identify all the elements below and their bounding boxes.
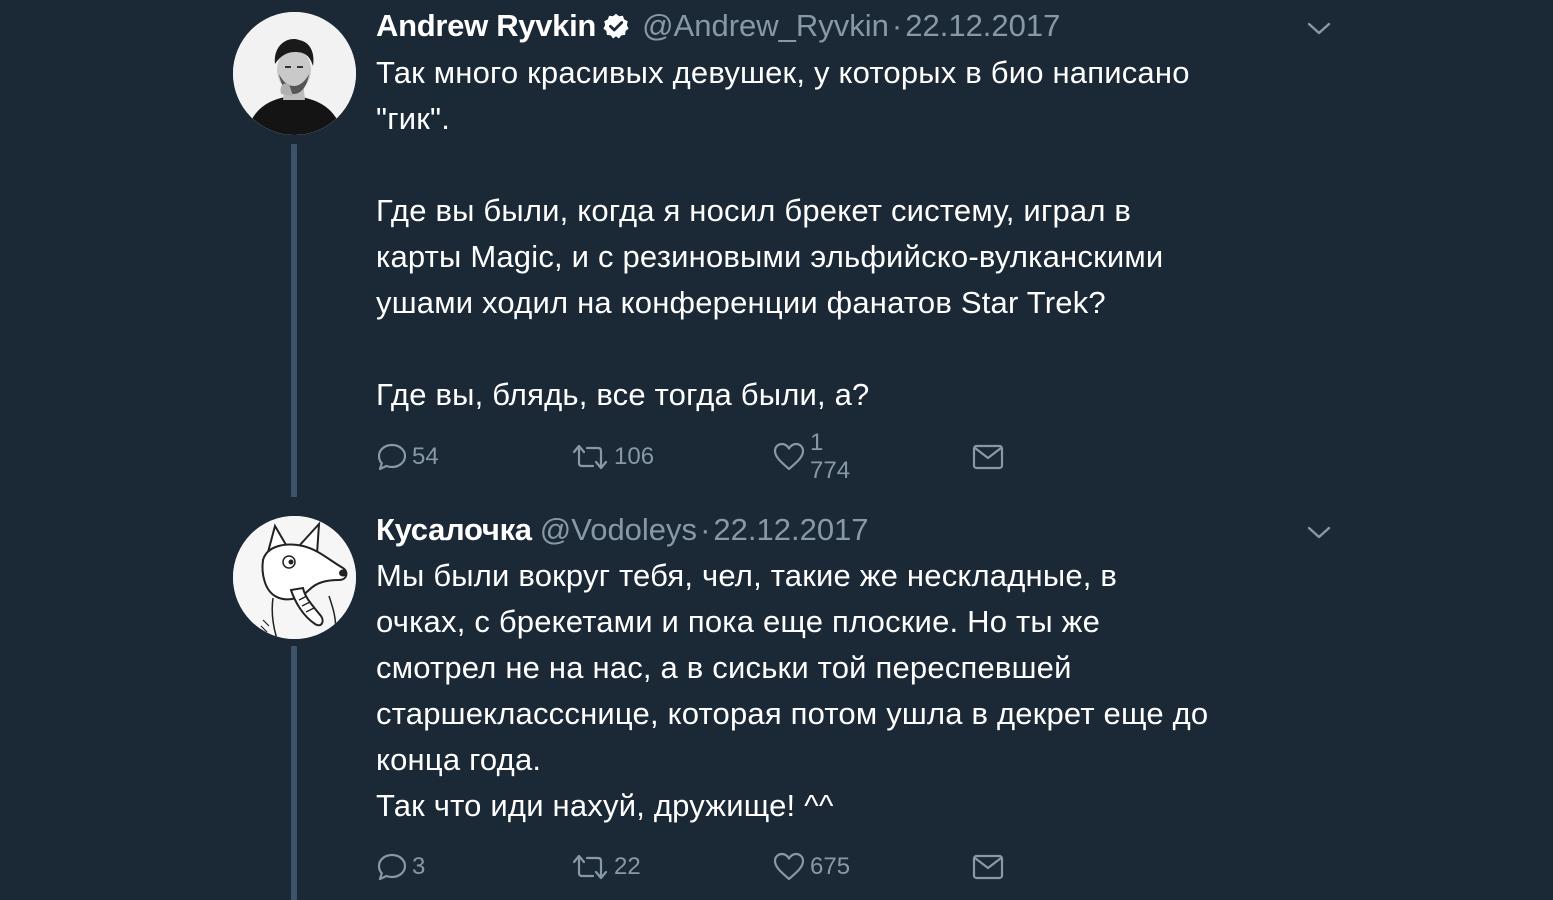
reply-count: 3 <box>412 853 426 880</box>
tweet-vodoleys[interactable]: Кусалочка @Vodoleys·22.12.2017 Мы были во… <box>0 508 1553 900</box>
direct-message-button[interactable] <box>971 437 1005 477</box>
like-button[interactable]: 1 774 <box>772 429 850 484</box>
display-name[interactable]: Andrew Ryvkin <box>376 8 596 43</box>
retweet-count: 106 <box>614 443 655 470</box>
tweet-header: Andrew Ryvkin @Andrew_Ryvkin·22.12.2017 <box>376 6 1060 50</box>
thread-line <box>291 144 297 497</box>
like-button[interactable]: 675 <box>772 847 850 887</box>
like-count: 1 774 <box>810 429 851 484</box>
fox-drawing-icon <box>233 516 356 639</box>
retweet-icon <box>570 851 610 883</box>
chevron-down-icon[interactable] <box>1303 19 1335 39</box>
tweet-text: Так много красивых девушек, у которых в … <box>376 55 1190 412</box>
retweet-icon <box>570 441 610 473</box>
tweet-date[interactable]: 22.12.2017 <box>713 512 868 547</box>
envelope-icon <box>971 441 1005 473</box>
reply-icon <box>376 441 408 473</box>
retweet-button[interactable]: 106 <box>570 437 654 477</box>
avatar[interactable] <box>233 516 356 639</box>
retweet-button[interactable]: 22 <box>570 847 641 887</box>
tweet-date[interactable]: 22.12.2017 <box>905 8 1060 43</box>
verified-badge-icon <box>602 10 630 50</box>
envelope-icon <box>971 851 1005 883</box>
tweet-header: Кусалочка @Vodoleys·22.12.2017 <box>376 510 869 550</box>
separator-dot: · <box>700 512 711 547</box>
heart-icon <box>772 851 806 883</box>
like-count: 675 <box>810 853 851 880</box>
separator-dot: · <box>891 8 903 43</box>
reply-button[interactable]: 3 <box>376 847 425 887</box>
chevron-down-icon[interactable] <box>1303 523 1335 543</box>
user-handle[interactable]: @Andrew_Ryvkin <box>642 8 889 43</box>
reply-icon <box>376 851 408 883</box>
user-handle[interactable]: @Vodoleys <box>540 512 697 547</box>
retweet-count: 22 <box>614 853 641 880</box>
avatar[interactable] <box>233 12 356 135</box>
tweet-andrew-ryvkin[interactable]: Andrew Ryvkin @Andrew_Ryvkin·22.12.2017 Т… <box>0 0 1553 500</box>
thread-line <box>291 646 297 900</box>
heart-icon <box>772 441 806 473</box>
tweet-text: Мы были вокруг тебя, чел, такие же нескл… <box>376 558 1209 823</box>
reply-button[interactable]: 54 <box>376 437 439 477</box>
display-name[interactable]: Кусалочка <box>376 512 532 547</box>
direct-message-button[interactable] <box>971 847 1005 887</box>
reply-count: 54 <box>412 443 439 470</box>
avatar-photo-icon <box>233 12 356 135</box>
